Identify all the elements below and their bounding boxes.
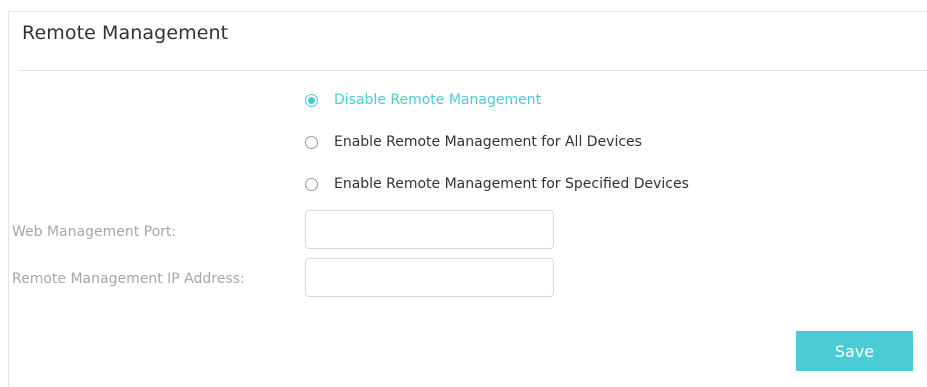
remote-ip-address-label: Remote Management IP Address: xyxy=(12,271,245,287)
radio-button-unchecked[interactable] xyxy=(305,135,318,149)
radio-label-enable-specified: Enable Remote Management for Specified D… xyxy=(334,176,689,192)
radio-button-unchecked[interactable] xyxy=(305,177,318,191)
remote-management-panel: Remote Management xyxy=(8,11,927,387)
remote-ip-address-input[interactable] xyxy=(305,258,554,297)
web-management-port-input[interactable] xyxy=(305,210,554,249)
radio-disable-remote-management[interactable]: Disable Remote Management xyxy=(305,92,541,108)
save-button[interactable]: Save xyxy=(796,331,913,371)
radio-button-checked[interactable] xyxy=(305,93,318,107)
radio-enable-specified-devices[interactable]: Enable Remote Management for Specified D… xyxy=(305,176,689,192)
radio-label-enable-all: Enable Remote Management for All Devices xyxy=(334,134,642,150)
page-title: Remote Management xyxy=(22,22,229,44)
title-divider xyxy=(19,70,927,71)
radio-enable-all-devices[interactable]: Enable Remote Management for All Devices xyxy=(305,134,642,150)
web-management-port-label: Web Management Port: xyxy=(12,224,177,240)
radio-label-disable: Disable Remote Management xyxy=(334,92,542,108)
